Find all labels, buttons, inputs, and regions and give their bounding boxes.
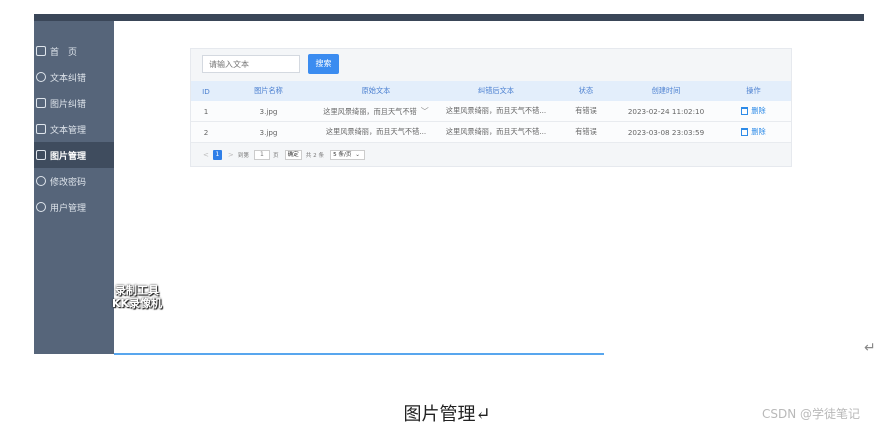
goto-page-input[interactable]: 1: [253, 150, 270, 160]
column-header: 操作: [716, 81, 791, 101]
trash-icon[interactable]: [741, 128, 749, 136]
gear-icon: [36, 176, 46, 186]
home-icon: [36, 98, 46, 108]
delete-button[interactable]: 删除: [751, 127, 765, 136]
cell-status: 有错误: [556, 101, 616, 122]
search-button[interactable]: 搜索: [308, 54, 339, 74]
sidebar-item-home[interactable]: 首 页: [34, 38, 114, 64]
home-icon: [36, 46, 46, 56]
sidebar-item-image-management[interactable]: 图片管理: [34, 142, 114, 168]
column-header: 纠错后文本: [436, 81, 556, 101]
sidebar-item-label: 文本纠错: [50, 73, 87, 84]
table-row: 2 3.jpg 这里风景绮丽，而且天气不错... 这里风景绮丽，而且天气不错..…: [191, 121, 791, 143]
chevron-down-icon: ⌄: [355, 152, 360, 158]
sidebar-item-label: 图片管理: [50, 151, 87, 162]
cell-name: 3.jpg: [221, 121, 316, 143]
cell-id: 1: [191, 101, 221, 122]
cell-original: 这里风景绮丽，而且天气不错...: [316, 121, 436, 143]
sidebar-item-label: 用户管理: [50, 203, 87, 214]
table-header-row: ID 图片名称 原始文本 纠错后文本 状态 创建时间 操作: [191, 81, 791, 101]
sidebar-item-image-correction[interactable]: 图片纠错: [34, 90, 114, 116]
home-icon: [36, 124, 46, 134]
cell-corrected: 这里风景绮丽，而且天气不错...: [436, 101, 556, 122]
watermark-line2: KK录像机: [111, 297, 163, 310]
page-size-select[interactable]: 5 条/页 ⌄: [330, 150, 365, 160]
column-header: ID: [191, 81, 221, 101]
next-page-button[interactable]: >: [228, 151, 234, 159]
watermark-line1: 录制工具: [115, 284, 159, 297]
sidebar-item-user-management[interactable]: 用户管理: [34, 194, 114, 220]
pagination: < 1 > 到第 1 页 确定 共 2 条 5 条/页 ⌄: [199, 149, 367, 161]
sidebar-item-text-correction[interactable]: 文本纠错: [34, 64, 114, 90]
csdn-watermark: CSDN @学徒笔记: [762, 407, 861, 421]
page-number-current[interactable]: 1: [212, 150, 222, 160]
sidebar-item-label: 文本管理: [50, 125, 87, 136]
goto-label: 到第: [237, 153, 249, 159]
search-input[interactable]: [202, 55, 300, 73]
cell-action: 删除: [716, 101, 791, 122]
column-header: 创建时间: [616, 81, 716, 101]
cell-status: 有错误: [556, 121, 616, 143]
cell-original[interactable]: 这里风景绮丽，而且天气不错 ﹀: [316, 101, 436, 122]
return-mark: ↵: [864, 340, 876, 356]
sidebar-item-label: 首 页: [50, 47, 78, 58]
cell-original-text: 这里风景绮丽，而且天气不错: [323, 106, 417, 116]
sidebar-item-label: 修改密码: [50, 177, 87, 188]
image-table: ID 图片名称 原始文本 纠错后文本 状态 创建时间 操作 1 3.jpg 这里…: [191, 81, 791, 143]
top-bar: [34, 14, 864, 21]
page-size-value: 5 条/页: [333, 152, 352, 158]
chevron-down-icon[interactable]: ﹀: [421, 107, 429, 116]
delete-button[interactable]: 删除: [751, 106, 765, 115]
column-header: 状态: [556, 81, 616, 101]
cell-created: 2023-02-24 11:02:10: [616, 101, 716, 122]
prev-page-button[interactable]: <: [203, 151, 209, 159]
recorder-watermark: 录制工具 KK录像机: [102, 284, 172, 310]
figure-caption: 图片管理↵: [403, 404, 491, 425]
total-count: 共 2 条: [305, 153, 325, 159]
cell-created: 2023-03-08 23:03:59: [616, 121, 716, 143]
progress-line: [114, 353, 604, 355]
layers-icon: [36, 72, 46, 82]
page-unit-label: 页: [272, 153, 279, 159]
table-row: 1 3.jpg 这里风景绮丽，而且天气不错 ﹀ 这里风景绮丽，而且天气不错... …: [191, 101, 791, 122]
column-header: 原始文本: [316, 81, 436, 101]
sidebar-item-change-password[interactable]: 修改密码: [34, 168, 114, 194]
column-header: 图片名称: [221, 81, 316, 101]
cell-id: 2: [191, 121, 221, 143]
confirm-button[interactable]: 确定: [284, 150, 302, 160]
cell-corrected: 这里风景绮丽，而且天气不错...: [436, 121, 556, 143]
sidebar-item-label: 图片纠错: [50, 99, 87, 110]
cell-name: 3.jpg: [221, 101, 316, 122]
cell-action: 删除: [716, 121, 791, 143]
sidebar-item-text-management[interactable]: 文本管理: [34, 116, 114, 142]
user-icon: [36, 202, 46, 212]
home-icon: [36, 150, 46, 160]
content-panel: 搜索 ID 图片名称 原始文本 纠错后文本 状态 创建时间 操作 1 3.jpg…: [190, 48, 792, 167]
trash-icon[interactable]: [741, 107, 749, 115]
